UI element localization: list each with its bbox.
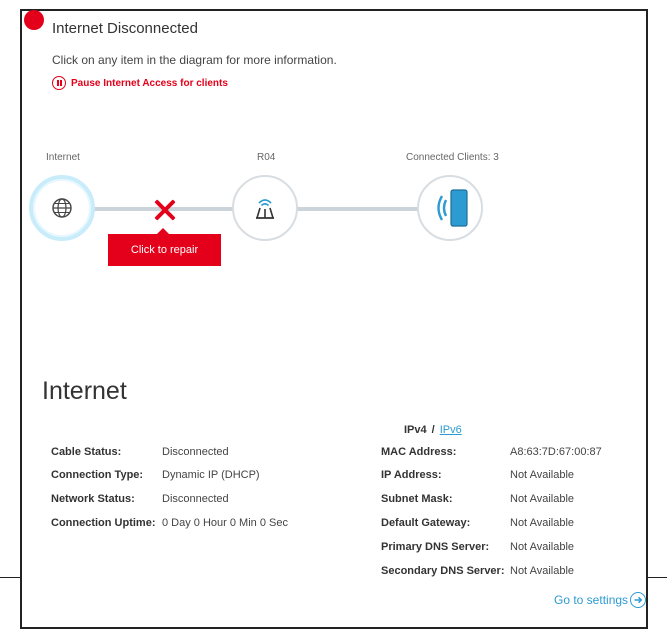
subnet-mask-label: Subnet Mask: — [381, 493, 453, 505]
pause-icon — [52, 76, 66, 90]
pause-internet-button[interactable]: Pause Internet Access for clients — [52, 76, 228, 90]
divider-left — [0, 577, 22, 578]
ipv4-tab[interactable]: IPv4 — [404, 424, 427, 436]
ip-address-value: Not Available — [510, 469, 575, 481]
mac-address-value: A8:63:7D:67:00:87 — [510, 446, 602, 458]
secondary-dns-label: Secondary DNS Server: — [381, 565, 505, 577]
router-node[interactable] — [232, 175, 298, 241]
ip-version-separator: / — [431, 424, 435, 436]
secondary-dns-value: Not Available — [510, 565, 575, 577]
default-gateway-value: Not Available — [510, 517, 575, 529]
internet-node-label: Internet — [46, 152, 80, 163]
pause-internet-label: Pause Internet Access for clients — [71, 77, 228, 89]
repair-button[interactable]: Click to repair — [108, 234, 221, 266]
connection-uptime-value: 0 Day 0 Hour 0 Min 0 Sec — [162, 517, 288, 529]
router-node-label: R04 — [257, 152, 276, 163]
go-to-settings-label: Go to settings — [554, 593, 629, 607]
connection-error-icon[interactable] — [152, 197, 178, 223]
cable-status-value: Disconnected — [162, 446, 229, 458]
status-panel — [20, 9, 648, 629]
cable-status-label: Cable Status: — [51, 446, 122, 458]
router-icon — [256, 199, 274, 219]
clients-node-label: Connected Clients: 3 — [406, 152, 499, 163]
primary-dns-label: Primary DNS Server: — [381, 541, 490, 553]
globe-icon — [52, 198, 72, 218]
connection-type-label: Connection Type: — [51, 469, 144, 481]
ip-address-label: IP Address: — [381, 469, 442, 481]
router-clients-link — [296, 207, 419, 211]
default-gateway-label: Default Gateway: — [381, 517, 471, 529]
network-status-value: Disconnected — [162, 493, 229, 505]
connected-clients-node[interactable] — [417, 175, 483, 241]
primary-dns-value: Not Available — [510, 541, 575, 553]
ipv6-tab[interactable]: IPv6 — [440, 424, 462, 436]
clients-device-icon — [437, 189, 468, 227]
connection-type-value: Dynamic IP (DHCP) — [162, 469, 260, 481]
status-indicator-dot — [24, 10, 44, 30]
go-to-settings-link[interactable]: Go to settings — [554, 592, 647, 608]
internet-node[interactable] — [29, 175, 95, 241]
connection-uptime-label: Connection Uptime: — [51, 517, 156, 529]
divider-right — [648, 577, 667, 578]
section-title: Internet — [42, 377, 127, 405]
diagram-instruction: Click on any item in the diagram for mor… — [52, 53, 337, 67]
status-title: Internet Disconnected — [52, 20, 198, 37]
network-status-label: Network Status: — [51, 493, 135, 505]
arrow-right-icon — [630, 592, 647, 608]
mac-address-label: MAC Address: — [381, 446, 457, 458]
subnet-mask-value: Not Available — [510, 493, 575, 505]
ip-version-toggle: IPv4 / IPv6 — [404, 424, 462, 436]
